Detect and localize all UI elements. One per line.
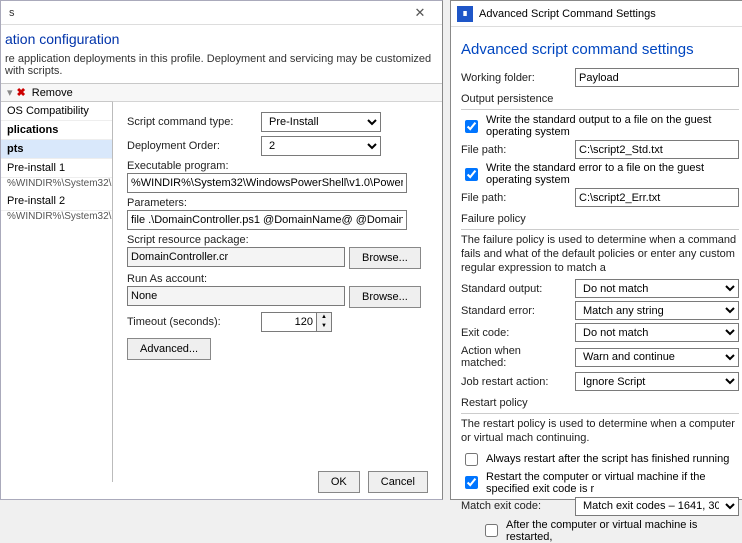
stderr-select[interactable]: Match any string bbox=[575, 301, 739, 320]
action-label: Action when matched: bbox=[461, 345, 569, 369]
application-config-dialog: s ✕ ation configuration re application d… bbox=[0, 0, 443, 500]
browse-runas-button[interactable]: Browse... bbox=[349, 286, 421, 308]
advanced-script-settings-dialog: ∎ Advanced Script Command Settings Advan… bbox=[450, 0, 742, 500]
cancel-button[interactable]: Cancel bbox=[368, 471, 428, 493]
timeout-label: Timeout (seconds): bbox=[127, 316, 255, 328]
restart-action-select[interactable]: Ignore Script bbox=[575, 372, 739, 391]
restart-section-label: Restart policy bbox=[461, 397, 739, 409]
working-folder-input[interactable] bbox=[575, 68, 739, 87]
always-restart-checkbox[interactable] bbox=[465, 453, 478, 466]
write-stdout-label: Write the standard output to a file on t… bbox=[486, 114, 739, 138]
working-folder-label: Working folder: bbox=[461, 72, 569, 84]
titlebar-right: ∎ Advanced Script Command Settings bbox=[451, 1, 742, 27]
after-restart-label: After the computer or virtual machine is… bbox=[506, 519, 739, 543]
sidebar-item-scripts[interactable]: pts bbox=[1, 140, 112, 159]
remove-button[interactable]: Remove bbox=[32, 87, 73, 99]
failure-section-label: Failure policy bbox=[461, 213, 739, 225]
write-stderr-checkbox[interactable] bbox=[465, 168, 478, 181]
deploy-order-select[interactable]: 2 bbox=[261, 136, 381, 156]
resource-input[interactable] bbox=[127, 247, 345, 267]
restart-if-exit-checkbox[interactable] bbox=[465, 476, 478, 489]
restart-action-label: Job restart action: bbox=[461, 376, 569, 388]
title-suffix: s bbox=[5, 7, 15, 19]
restart-desc: The restart policy is used to determine … bbox=[461, 418, 739, 446]
resource-label: Script resource package: bbox=[127, 234, 249, 246]
window-title: Advanced Script Command Settings bbox=[479, 8, 656, 20]
timeout-input[interactable] bbox=[261, 312, 317, 332]
close-icon[interactable]: ✕ bbox=[402, 3, 438, 23]
restart-if-exit-label: Restart the computer or virtual machine … bbox=[486, 471, 739, 495]
dialog-header: Advanced script command settings bbox=[461, 41, 739, 58]
stdout-path-input[interactable] bbox=[575, 140, 739, 159]
params-label: Parameters: bbox=[127, 197, 187, 209]
ok-button[interactable]: OK bbox=[318, 471, 360, 493]
runas-input[interactable] bbox=[127, 286, 345, 306]
write-stdout-checkbox[interactable] bbox=[465, 120, 478, 133]
exe-label: Executable program: bbox=[127, 160, 229, 172]
output-section-label: Output persistence bbox=[461, 93, 739, 105]
exitcode-select[interactable]: Do not match bbox=[575, 323, 739, 342]
script-type-label: Script command type: bbox=[127, 116, 255, 128]
sidebar-sub-preinstall2: %WINDIR%\System32\... bbox=[1, 211, 112, 225]
stderr-path-input[interactable] bbox=[575, 188, 739, 207]
script-type-select[interactable]: Pre-Install bbox=[261, 112, 381, 132]
remove-icon: ✖ bbox=[17, 86, 26, 99]
failure-desc: The failure policy is used to determine … bbox=[461, 234, 739, 275]
sidebar-sub-preinstall1: %WINDIR%\System32\... bbox=[1, 178, 112, 192]
sidebar: OS Compatibility plications pts Pre-inst… bbox=[1, 102, 113, 482]
write-stderr-label: Write the standard error to a file on th… bbox=[486, 162, 739, 186]
app-icon: ∎ bbox=[457, 6, 473, 22]
deploy-order-label: Deployment Order: bbox=[127, 140, 255, 152]
runas-label: Run As account: bbox=[127, 273, 207, 285]
after-restart-checkbox[interactable] bbox=[485, 524, 498, 537]
exitcode-label: Exit code: bbox=[461, 327, 569, 339]
form-pane: Script command type: Pre-Install Deploym… bbox=[113, 101, 442, 482]
stderr-label: Standard error: bbox=[461, 305, 569, 317]
page-description: re application deployments in this profi… bbox=[1, 49, 442, 83]
stderr-path-label: File path: bbox=[461, 192, 569, 204]
stdout-label: Standard output: bbox=[461, 283, 569, 295]
params-input[interactable] bbox=[127, 210, 407, 230]
advanced-button[interactable]: Advanced... bbox=[127, 338, 211, 360]
browse-resource-button[interactable]: Browse... bbox=[349, 247, 421, 269]
exe-input[interactable] bbox=[127, 173, 407, 193]
timeout-stepper[interactable]: ▲▼ bbox=[261, 312, 332, 332]
chevron-up-icon[interactable]: ▲ bbox=[317, 313, 331, 322]
stdout-select[interactable]: Do not match bbox=[575, 279, 739, 298]
chevron-down-icon[interactable]: ▼ bbox=[317, 322, 331, 331]
action-select[interactable]: Warn and continue bbox=[575, 348, 739, 367]
toolbar: ▾ ✖ Remove bbox=[1, 83, 442, 102]
sidebar-item-preinstall2[interactable]: Pre-install 2 bbox=[1, 192, 112, 211]
match-exit-label: Match exit code: bbox=[461, 500, 569, 512]
sidebar-item-preinstall1[interactable]: Pre-install 1 bbox=[1, 159, 112, 178]
always-restart-label: Always restart after the script has fini… bbox=[486, 453, 729, 465]
sidebar-item-os-compat[interactable]: OS Compatibility bbox=[1, 102, 112, 121]
titlebar-left: s ✕ bbox=[1, 1, 442, 25]
page-title: ation configuration bbox=[5, 31, 432, 47]
stdout-path-label: File path: bbox=[461, 144, 569, 156]
sidebar-item-applications[interactable]: plications bbox=[1, 121, 112, 140]
